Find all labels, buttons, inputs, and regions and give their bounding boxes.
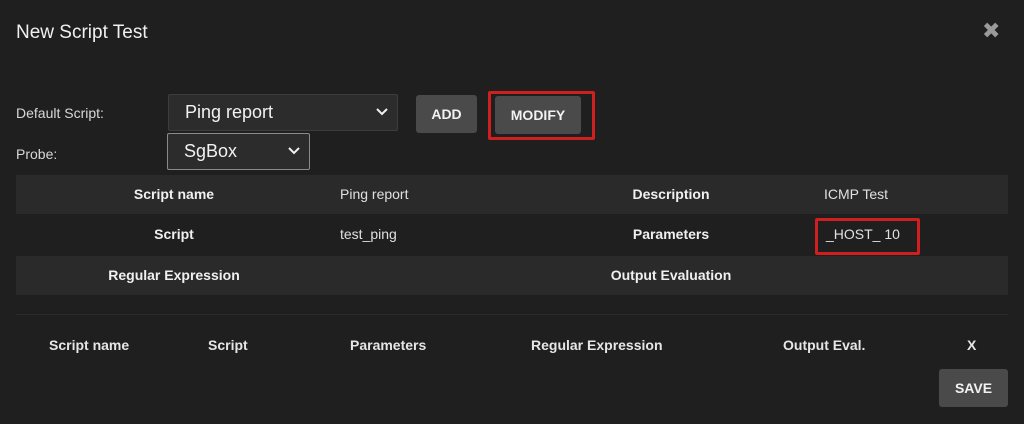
probe-label: Probe: [16, 146, 58, 162]
parameters-label: Parameters [632, 226, 710, 242]
add-button[interactable]: ADD [416, 95, 477, 133]
parameters-highlight [815, 218, 920, 255]
description-label: Description [632, 186, 710, 202]
save-button[interactable]: SAVE [939, 369, 1008, 407]
default-script-value: Ping report [185, 102, 274, 122]
col-delete: X [967, 337, 977, 353]
col-output-eval: Output Eval. [783, 337, 866, 353]
divider [16, 314, 1008, 315]
chevron-down-icon [288, 146, 300, 154]
probe-select[interactable]: SgBox [167, 133, 310, 170]
chevron-down-icon [376, 107, 388, 115]
script-label: Script [154, 226, 194, 242]
script-name-label: Script name [133, 186, 215, 202]
col-regex: Regular Expression [531, 337, 663, 353]
details-row-1: Script name Ping report Description ICMP… [16, 175, 1008, 214]
col-parameters: Parameters [350, 337, 427, 353]
script-name-value: Ping report [340, 186, 409, 202]
output-eval-label: Output Evaluation [610, 267, 732, 283]
col-script: Script [208, 337, 248, 353]
default-script-select[interactable]: Ping report [168, 94, 398, 131]
modify-highlight [488, 91, 595, 140]
close-icon[interactable]: ✖ [982, 19, 1000, 43]
probe-value: SgBox [184, 141, 238, 161]
script-value: test_ping [340, 226, 397, 242]
description-value: ICMP Test [824, 186, 889, 202]
details-row-3: Regular Expression Output Evaluation [16, 256, 1008, 295]
default-script-label: Default Script: [16, 105, 104, 121]
regex-label: Regular Expression [108, 267, 240, 283]
col-script-name: Script name [49, 337, 130, 353]
dialog-title: New Script Test [16, 22, 148, 43]
